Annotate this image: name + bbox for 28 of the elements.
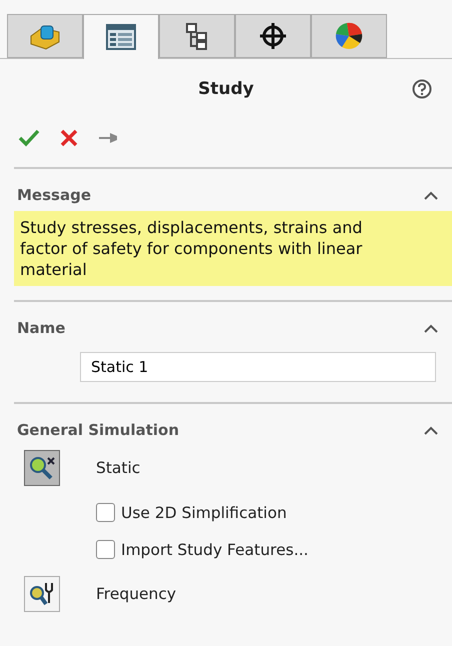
- name-field[interactable]: Static 1: [80, 352, 436, 382]
- collapse-caret-icon[interactable]: [424, 190, 438, 200]
- checkbox[interactable]: [96, 540, 115, 559]
- checkbox-label: Use 2D Simplification: [121, 504, 287, 522]
- tuning-fork-icon: [28, 581, 56, 607]
- crosshair-icon: [259, 22, 287, 50]
- collapse-caret-icon[interactable]: [424, 426, 438, 434]
- section-title: General Simulation: [17, 421, 180, 439]
- close-icon[interactable]: [60, 129, 78, 147]
- study-type-label: Static: [96, 459, 140, 477]
- checkbox-label: Import Study Features...: [121, 540, 308, 558]
- help-icon[interactable]: [412, 79, 432, 99]
- magnifier-icon: [28, 455, 56, 481]
- info-message: Study stresses, displacements, strains and factor of safety for components with linear material: [14, 211, 452, 286]
- panel-tab[interactable]: [159, 14, 235, 58]
- checkbox[interactable]: [96, 503, 115, 522]
- section-title: Message: [17, 186, 91, 204]
- section-title: Name: [17, 319, 66, 337]
- list-icon: [106, 24, 136, 50]
- panel-tab[interactable]: [235, 14, 311, 58]
- color-ball-icon: [334, 21, 364, 51]
- study-type-button[interactable]: [24, 576, 60, 612]
- tree-icon: [185, 22, 209, 50]
- panel-tab[interactable]: [83, 14, 159, 59]
- panel-title: Study: [198, 79, 254, 99]
- study-type-label: Frequency: [96, 585, 176, 603]
- ok-check-icon[interactable]: [18, 129, 40, 147]
- collapse-caret-icon[interactable]: [424, 324, 438, 332]
